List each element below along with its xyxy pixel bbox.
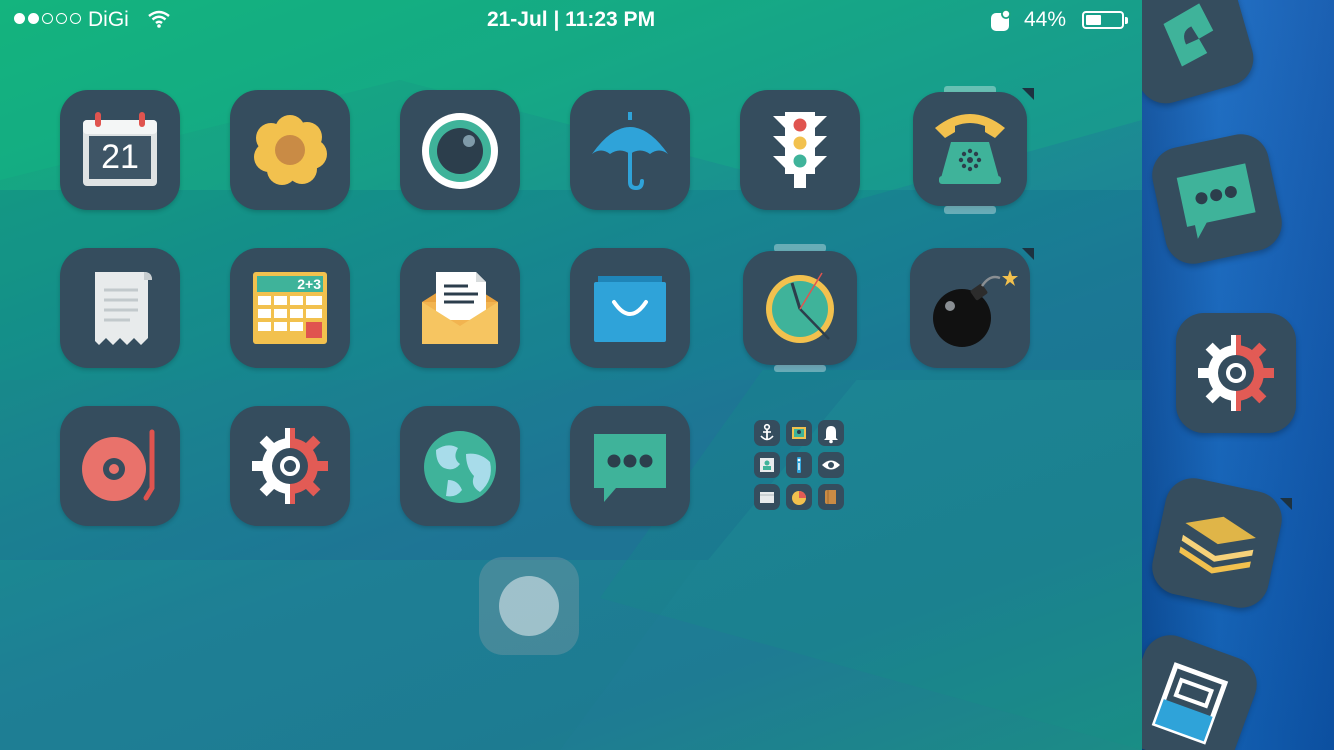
status-datetime: 21-Jul | 11:23 PM	[486, 8, 656, 31]
bomb-app-icon[interactable]	[910, 248, 1030, 368]
umbrella-app-icon[interactable]	[570, 90, 690, 210]
photo-frame-icon	[786, 420, 812, 446]
assistive-touch-knob	[499, 576, 559, 636]
book-icon	[818, 484, 844, 510]
settings-app-icon[interactable]	[230, 406, 350, 526]
pie-chart-icon	[786, 484, 812, 510]
traffic-light-app-icon[interactable]	[740, 90, 860, 210]
bell-icon	[818, 420, 844, 446]
battery-percentage: 44%	[1024, 8, 1067, 31]
globe-app-icon[interactable]	[400, 406, 520, 526]
rotation-lock-icon	[991, 9, 1011, 31]
card-icon	[754, 484, 780, 510]
flower-app-icon[interactable]	[230, 90, 350, 210]
calendar-app-icon[interactable]: 21	[60, 90, 180, 210]
home-screen: DiGi 21-Jul | 11:23 PM 44% 21 2+3	[0, 0, 1142, 750]
widget-handle[interactable]	[944, 206, 996, 214]
calculator-display: 2+3	[297, 276, 321, 292]
telephone-app-icon[interactable]	[913, 92, 1027, 206]
switcher-stack-icon[interactable]	[1147, 473, 1287, 613]
switcher-settings-icon[interactable]	[1176, 313, 1296, 433]
battery-icon	[1082, 11, 1128, 29]
calculator-app-icon[interactable]: 2+3	[230, 248, 350, 368]
eye-icon	[818, 452, 844, 478]
app-switcher-strip	[1142, 0, 1334, 750]
status-bar: DiGi 21-Jul | 11:23 PM 44%	[0, 0, 1142, 40]
messages-app-icon[interactable]	[570, 406, 690, 526]
assistive-touch-button[interactable]	[479, 557, 579, 655]
shopping-bag-app-icon[interactable]	[570, 248, 690, 368]
mail-app-icon[interactable]	[400, 248, 520, 368]
contact-card-icon	[754, 452, 780, 478]
camera-lens-app-icon[interactable]	[400, 90, 520, 210]
record-player-app-icon[interactable]	[60, 406, 180, 526]
switcher-messages-icon[interactable]	[1147, 129, 1287, 269]
receipt-app-icon[interactable]	[60, 248, 180, 368]
info-icon	[786, 452, 812, 478]
bg-facet	[0, 560, 700, 750]
anchor-icon	[754, 420, 780, 446]
app-folder[interactable]	[750, 416, 850, 516]
clock-app-icon[interactable]	[743, 251, 857, 365]
widget-handle[interactable]	[774, 365, 826, 372]
calendar-day: 21	[101, 138, 139, 176]
